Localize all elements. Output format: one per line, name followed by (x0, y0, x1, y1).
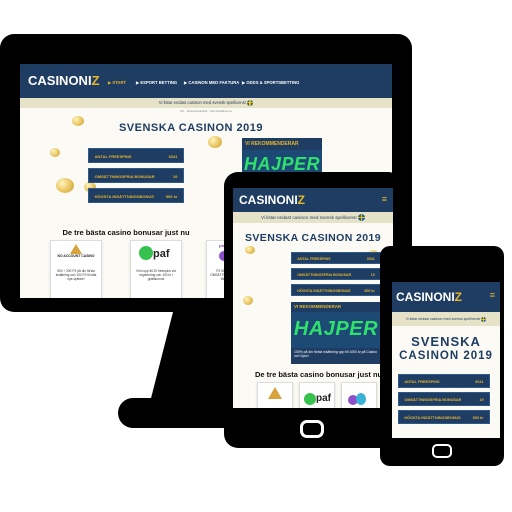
stat-label: OMSÄTTNINGSFRIA BONUSAR (404, 398, 462, 402)
logo-accent: Z (454, 290, 463, 304)
tablet-screen: CASINONIZ ≡ Vi listar endast casinon med… (233, 188, 393, 408)
desktop-navbar: CASINONIZ ▶ START ▶ ESPORT BETTING ▶ CAS… (20, 64, 392, 98)
banner-text: Vi listar endast casinon med svensk spel… (405, 317, 481, 321)
bonus-card[interactable] (341, 382, 377, 408)
logo-text: CASINONI (396, 290, 455, 304)
phone-navbar: CASINONIZ ≡ (392, 282, 500, 312)
stat-freespins: ANTAL FREESPINS 3041 (291, 252, 381, 264)
coin-decoration (56, 178, 74, 193)
stat-insattningsbonus: HÖGSTA INSÄTTNINGSBONUS 500 kr (398, 410, 490, 424)
bonus-card[interactable]: paf Vinn upp till 20 freespins vid regis… (130, 240, 182, 298)
stat-insattningsbonus: HÖGSTA INSÄTTNINGSBONUS 500 kr (291, 284, 381, 296)
hajper-offer: 100% på din första insättning upp till 1… (291, 348, 381, 364)
logo[interactable]: CASINONIZ (396, 290, 462, 304)
stat-label: HÖGSTA INSÄTTNINGSBONUS (297, 289, 351, 293)
stat-value: 3041 (168, 154, 178, 159)
stat-value: 500 kr (364, 289, 375, 293)
stat-label: HÖGSTA INSÄTTNINGSBONUS (404, 416, 461, 420)
logo-accent: Z (91, 73, 100, 88)
card-logo-text: paf (316, 393, 331, 404)
banner-sub: 18+ · Spela Ansvarsfullt · https://stodl… (180, 110, 232, 113)
logo-accent: Z (297, 193, 306, 207)
nav-item-esport[interactable]: ▶ ESPORT BETTING (136, 80, 177, 85)
page-title-line-2: CASINON 2019 (399, 350, 493, 362)
stat-freespins: ANTAL FREESPINS 3041 (88, 148, 184, 163)
nav-item-start[interactable]: ▶ START (108, 80, 126, 85)
stat-freespins: ANTAL FREESPINS 3041 (398, 374, 490, 388)
page-title-line-1: SVENSKA (411, 334, 481, 349)
logo-text: CASINONI (239, 193, 298, 207)
bonus-card[interactable]: NO ACCOUNT CASINO 500 + 200 FS på din fö… (50, 240, 102, 298)
recommend-box: VI REKOMMENDERAR (291, 302, 381, 312)
stat-omsattningsfria: OMSÄTTNINGSFRIA BONUSAR 19 (398, 392, 490, 406)
banner-text: Vi listar endast casinon med svensk spel… (158, 100, 247, 105)
stat-value: 500 kr (472, 416, 484, 420)
license-banner: Vi listar endast casinon med svensk spel… (392, 312, 500, 326)
stat-label: OMSÄTTNINGSFRIA BONUSAR (297, 273, 352, 277)
page-title: SVENSKA CASINON 2019 (118, 122, 264, 134)
recommend-box: VI REKOMMENDERAR (242, 138, 322, 150)
stat-value: 19 (479, 398, 484, 402)
sweden-flag-icon (357, 214, 365, 222)
recommend-label: VI REKOMMENDERAR (294, 304, 342, 309)
stat-insattningsbonus: HÖGSTA INSÄTTNINGSBONUS 500 kr (88, 188, 184, 203)
nav-item-faktura[interactable]: ▶ CASINON MED FAKTURA (184, 80, 239, 85)
page-title: SVENSKA CASINON 2019 (245, 232, 381, 244)
card-logo-text: NO ACCOUNT CASINO (57, 254, 95, 258)
stat-omsattningsfria: OMSÄTTNINGSFRIA BONUSAR 19 (291, 268, 381, 280)
sweden-flag-icon (247, 99, 254, 106)
banner-text: Vi listar endast casinon med svensk spel… (261, 215, 357, 220)
nav-item-odds[interactable]: ▶ ODDS & SPORTSBETTING (242, 80, 299, 85)
tablet-home-button[interactable] (300, 420, 324, 438)
phone-screen: CASINONIZ ≡ Vi listar endast casinon med… (392, 282, 500, 438)
bonus-card[interactable] (257, 382, 293, 408)
tablet-navbar: CASINONIZ ≡ (233, 188, 393, 212)
stat-label: HÖGSTA INSÄTTNINGSBONUS (94, 194, 154, 199)
stat-value: 3041 (475, 380, 484, 384)
hamburger-icon[interactable]: ≡ (382, 194, 387, 204)
coin-decoration (245, 246, 255, 254)
stat-value: 19 (370, 273, 375, 277)
bonus-card[interactable]: paf (299, 382, 335, 408)
stat-omsattningsfria: OMSÄTTNINGSFRIA BONUSAR 19 (88, 168, 184, 183)
phone-home-button[interactable] (432, 444, 452, 458)
license-banner: Vi listar endast casinon med svensk spel… (233, 212, 393, 223)
logo-text: CASINONI (28, 73, 92, 88)
logo[interactable]: CASINONIZ (28, 73, 100, 88)
logo[interactable]: CASINONIZ (239, 193, 305, 207)
hajper-banner[interactable]: HAJPER (291, 312, 381, 348)
card-logo: paf (139, 244, 175, 264)
sweden-flag-icon (481, 316, 487, 322)
coin-decoration (243, 296, 253, 305)
stat-label: ANTAL FREESPINS (297, 257, 331, 261)
stat-label: ANTAL FREESPINS (404, 380, 440, 384)
stat-value: 19 (172, 174, 178, 179)
hamburger-icon[interactable]: ≡ (490, 290, 495, 300)
card-logo-text: paf (153, 248, 170, 260)
stat-value: 500 kr (165, 194, 178, 199)
stat-label: OMSÄTTNINGSFRIA BONUSAR (94, 174, 155, 179)
recommend-label: VI REKOMMENDERAR (245, 141, 299, 147)
license-banner: Vi listar endast casinon med svensk spel… (20, 98, 392, 108)
coin-decoration (208, 136, 222, 148)
card-text: Vinn upp till 20 freespins vid registrer… (136, 269, 176, 281)
coin-decoration (50, 148, 60, 157)
section-title: De tre bästa casino bonusar just nu (255, 370, 383, 379)
stat-value: 3041 (366, 257, 375, 261)
card-logo: NO ACCOUNT CASINO (51, 241, 101, 267)
hajper-logo: HAJPER (293, 318, 379, 340)
card-text: 500 + 200 FS på din första insättning oc… (55, 269, 97, 281)
stat-label: ANTAL FREESPINS (94, 154, 132, 159)
